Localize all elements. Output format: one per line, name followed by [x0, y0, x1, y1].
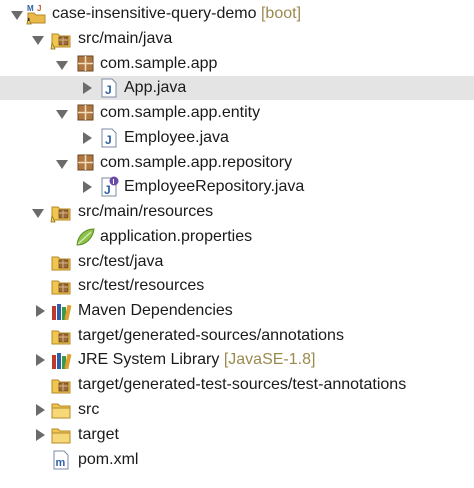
tree-item-src-main-resources[interactable]: src/main/resources [0, 200, 474, 224]
tree-item-maven-dependencies[interactable]: Maven Dependencies [0, 299, 474, 323]
tree-label: Maven Dependencies [78, 302, 233, 319]
tree-label: target [78, 426, 119, 443]
collapse-arrow-icon[interactable] [83, 132, 92, 144]
tree-item-target-generated-sources[interactable]: target/generated-sources/annotations [0, 324, 474, 348]
tree-item-project[interactable]: M J case-insensitive-query-demo [boot] [0, 2, 474, 26]
tree-label: com.sample.app [100, 55, 218, 72]
tree-item-package-repository[interactable]: com.sample.app.repository [0, 151, 474, 175]
svg-text:J: J [37, 4, 41, 13]
tree-label: pom.xml [78, 451, 139, 468]
svg-text:m: m [56, 457, 66, 469]
svg-text:J: J [104, 183, 111, 197]
tree-label: com.sample.app.entity [100, 104, 261, 121]
maven-java-project-icon: M J [26, 3, 48, 25]
collapse-arrow-icon[interactable] [36, 305, 45, 317]
tree-item-target-folder[interactable]: target [0, 423, 474, 447]
tree-item-src-main-java[interactable]: src/main/java [0, 27, 474, 51]
expand-arrow-icon[interactable] [56, 61, 68, 70]
spring-properties-leaf-icon [74, 226, 96, 248]
project-name: case-insensitive-query-demo [52, 5, 257, 22]
collapse-arrow-icon[interactable] [36, 429, 45, 441]
expand-arrow-icon[interactable] [56, 110, 68, 119]
tree-item-employee-java[interactable]: J Employee.java [0, 126, 474, 150]
project-explorer-tree: M J case-insensitive-query-demo [boot] s… [0, 0, 474, 488]
tree-item-employee-repository-java[interactable]: J I EmployeeRepository.java [0, 175, 474, 199]
expand-arrow-icon[interactable] [11, 11, 23, 20]
tree-item-pom-xml[interactable]: m pom.xml [0, 448, 474, 472]
jre-decoration: [JavaSE-1.8] [223, 351, 316, 368]
collapse-arrow-icon[interactable] [36, 354, 45, 366]
source-folder-icon [50, 275, 72, 297]
collapse-arrow-icon[interactable] [83, 181, 92, 193]
svg-text:J: J [105, 83, 112, 97]
source-folder-icon [50, 374, 72, 396]
tree-label: src/test/java [78, 253, 164, 270]
java-file-icon: J [98, 127, 120, 149]
tree-item-package-app[interactable]: com.sample.app [0, 52, 474, 76]
source-folder-icon [50, 251, 72, 273]
tree-label: src/test/resources [78, 277, 205, 294]
library-icon [50, 349, 72, 371]
java-file-icon: J [98, 77, 120, 99]
tree-label: App.java [124, 79, 187, 96]
expand-arrow-icon[interactable] [56, 160, 68, 169]
tree-label: target/generated-sources/annotations [78, 327, 344, 344]
tree-item-app-java[interactable]: J App.java [0, 76, 474, 100]
folder-icon [50, 399, 72, 421]
collapse-arrow-icon[interactable] [83, 82, 92, 94]
tree-label: EmployeeRepository.java [124, 178, 305, 195]
tree-item-application-properties[interactable]: application.properties [0, 225, 474, 249]
java-interface-file-icon: J I [98, 176, 120, 198]
package-icon [74, 102, 96, 124]
tree-item-target-generated-test-sources[interactable]: target/generated-test-sources/test-annot… [0, 373, 474, 397]
source-folder-icon [50, 325, 72, 347]
tree-label: target/generated-test-sources/test-annot… [78, 376, 407, 393]
source-folder-icon [50, 28, 72, 50]
project-decoration: [boot] [260, 5, 302, 22]
tree-item-src-folder[interactable]: src [0, 398, 474, 422]
library-icon [50, 300, 72, 322]
tree-label: src/main/java [78, 30, 173, 47]
tree-item-jre-system-library[interactable]: JRE System Library [JavaSE-1.8] [0, 348, 474, 372]
collapse-arrow-icon[interactable] [36, 404, 45, 416]
package-icon [74, 152, 96, 174]
tree-item-package-entity[interactable]: com.sample.app.entity [0, 101, 474, 125]
tree-label: application.properties [100, 228, 253, 245]
tree-label: src/main/resources [78, 203, 214, 220]
svg-text:I: I [113, 179, 115, 186]
source-folder-icon [50, 201, 72, 223]
expand-arrow-icon[interactable] [32, 209, 44, 218]
folder-icon [50, 424, 72, 446]
svg-text:J: J [105, 133, 112, 147]
tree-label: Employee.java [124, 129, 229, 146]
maven-pom-icon: m [50, 449, 72, 471]
svg-text:M: M [27, 4, 34, 13]
tree-label: src [78, 401, 100, 418]
expand-arrow-icon[interactable] [32, 36, 44, 45]
tree-label: com.sample.app.repository [100, 154, 293, 171]
package-icon [74, 53, 96, 75]
tree-item-src-test-java[interactable]: src/test/java [0, 250, 474, 274]
tree-label: JRE System Library [78, 351, 220, 368]
tree-item-src-test-resources[interactable]: src/test/resources [0, 274, 474, 298]
